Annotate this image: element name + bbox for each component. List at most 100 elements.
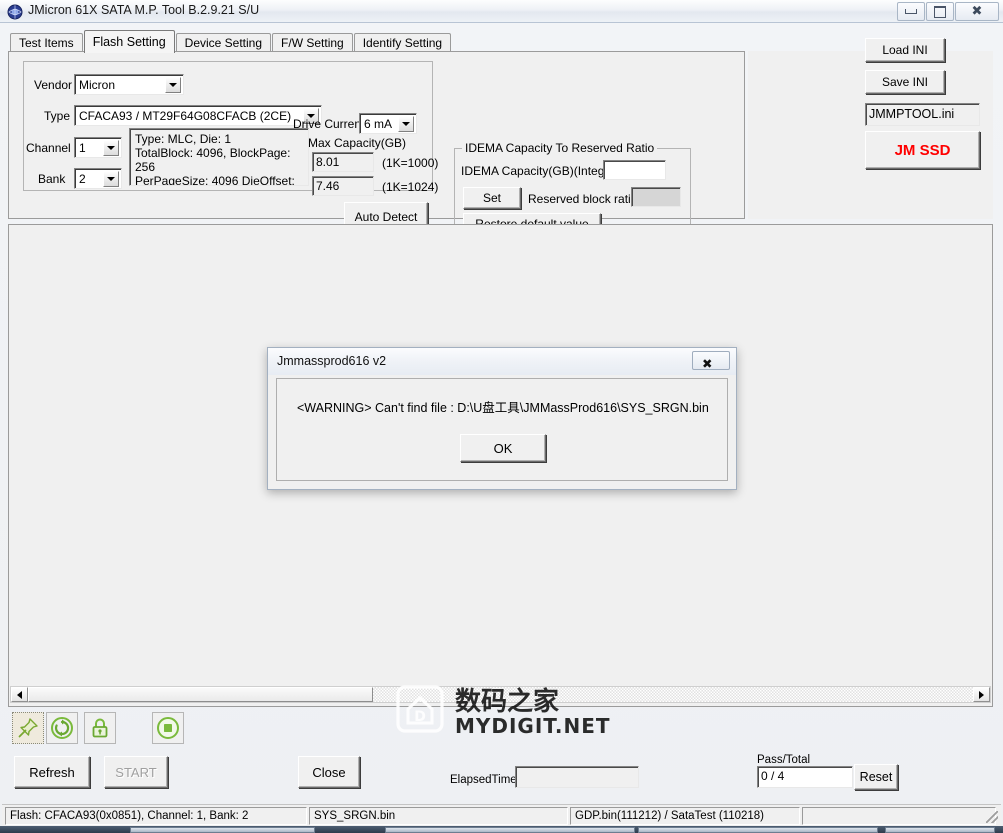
resize-grip-icon[interactable] [986,811,998,823]
jmicron-logo-icon [7,4,23,20]
close-icon: ✖ [971,4,983,19]
close-button[interactable]: Close [298,756,360,788]
idema-group-legend: IDEMA Capacity To Reserved Ratio [462,141,658,155]
tab-flash-setting[interactable]: Flash Setting [83,30,175,53]
tab-test-items[interactable]: Test Items [10,33,83,52]
bank-select-value: 2 [79,172,86,186]
svg-text:D: D [414,709,426,725]
scrollbar-thumb[interactable] [28,687,373,702]
max-capacity-label: Max Capacity(GB) [308,136,407,150]
maximize-icon [934,5,946,18]
close-window-button[interactable]: ✖ [955,2,999,21]
flash-type-select[interactable]: CFACA93 / MT29F64G08CFACB (2CE) [74,105,322,126]
capacity-1024-field: 7.46 [312,176,374,196]
vendor-select[interactable]: Micron [74,74,184,95]
drive-current-label: Drive Current [293,117,365,131]
dialog-ok-button[interactable]: OK [460,434,546,462]
scroll-left-button[interactable] [11,687,28,702]
chevron-down-icon[interactable] [398,116,414,132]
flash-info-readout: Type: MLC, Die: 1 TotalBlock: 4096, Bloc… [129,128,309,186]
elapsed-time-label: ElapsedTime [450,774,517,786]
minimize-icon [905,9,917,14]
tab-device-setting[interactable]: Device Setting [175,33,272,52]
os-taskbar [0,826,1003,833]
lock-icon [92,718,108,738]
close-icon: ✖ [702,356,713,371]
drive-current-select-value: 6 mA [364,117,393,131]
pushpin-icon [18,718,38,738]
elapsed-time-field [515,766,639,788]
start-button[interactable]: START [104,756,168,788]
action-toolbar [8,708,348,748]
reserved-block-ratio-label: Reserved block ratio [528,192,638,206]
status-file-name: SYS_SRGN.bin [309,807,568,825]
refresh-button[interactable]: Refresh [14,756,90,788]
capacity-1024-unit: (1K=1024) [382,180,439,194]
watermark-en-text: MYDIGIT.NET [455,714,610,738]
bank-select[interactable]: 2 [74,168,122,189]
chevron-down-icon[interactable] [103,171,119,187]
dialog-title: Jmmassprod616 v2 [277,354,387,368]
reset-button[interactable]: Reset [854,764,898,790]
idema-capacity-input[interactable] [603,160,666,180]
tab-identify-setting[interactable]: Identify Setting [353,33,452,52]
scrollbar-track[interactable] [373,687,973,702]
maximize-button[interactable] [926,2,954,21]
scroll-right-button[interactable] [973,687,990,702]
stop-icon-button[interactable] [152,712,184,744]
vendor-select-value: Micron [79,78,116,92]
flash-setting-panel: Vendor Micron Type CFACA93 / MT29F64G08C… [8,51,745,237]
type-label: Type [44,109,71,123]
dialog-body: <WARNING> Can't find file : D:\U盘工具\JMMa… [276,378,728,481]
jm-ssd-brand-button[interactable]: JM SSD [865,131,980,169]
channel-label: Channel [26,141,71,155]
bank-label: Bank [38,172,66,186]
stop-icon [157,717,179,739]
ini-filename-field[interactable]: JMMPTOOL.ini [865,103,980,126]
tab-fw-setting[interactable]: F/W Setting [272,33,353,52]
title-bar: JMicron 61X SATA M.P. Tool B.2.9.21 S/U … [0,0,1003,23]
save-ini-button[interactable]: Save INI [865,70,945,94]
reserved-block-ratio-field [631,187,681,207]
pushpin-icon-button[interactable] [12,712,44,744]
ini-panel: Load INI Save INI JMMPTOOL.ini JM SSD [748,38,993,219]
load-ini-button[interactable]: Load INI [865,38,945,62]
taskbar-item[interactable] [130,827,315,833]
vendor-label: Vendor [34,78,73,92]
tab-strip: Test Items Flash Setting Device Setting … [10,30,452,53]
taskbar-item[interactable] [885,827,995,833]
drive-current-select[interactable]: 6 mA [359,113,417,134]
idema-set-button[interactable]: Set [463,187,521,209]
idema-capacity-label: IDEMA Capacity(GB)(Integer) [461,164,620,178]
capacity-1000-field: 8.01 [312,152,374,172]
flash-type-select-value: CFACA93 / MT29F64G08CFACB (2CE) [79,109,292,123]
minimize-button[interactable] [897,2,925,21]
pass-total-field[interactable]: 0 / 4 [757,766,853,788]
chevron-right-icon [979,690,984,699]
dialog-title-bar: Jmmassprod616 v2 ✖ [268,348,736,375]
chevron-left-icon [17,690,22,699]
bottom-action-bar: Refresh START Close ElapsedTime Pass/Tot… [0,750,1003,802]
chevron-down-icon[interactable] [165,77,181,93]
refresh-icon-button[interactable] [46,712,78,744]
horizontal-scrollbar[interactable] [10,686,991,703]
capacity-1000-unit: (1K=1000) [382,156,439,170]
taskbar-item[interactable] [385,827,635,833]
lock-icon-button[interactable] [84,712,116,744]
pass-total-label: Pass/Total [757,754,811,766]
channel-select[interactable]: 1 [74,137,122,158]
status-firmware-info: GDP.bin(111212) / SataTest (110218) [570,807,800,825]
status-extra [802,807,996,825]
chevron-down-icon[interactable] [103,140,119,156]
status-flash-info: Flash: CFACA93(0x0851), Channel: 1, Bank… [5,807,307,825]
taskbar-item[interactable] [638,827,878,833]
warning-dialog: Jmmassprod616 v2 ✖ <WARNING> Can't find … [267,347,737,490]
window-title: JMicron 61X SATA M.P. Tool B.2.9.21 S/U [28,3,260,17]
status-bar: Flash: CFACA93(0x0851), Channel: 1, Bank… [2,804,1001,826]
application-window: JMicron 61X SATA M.P. Tool B.2.9.21 S/U … [0,0,1003,833]
dialog-message: <WARNING> Can't find file : D:\U盘工具\JMMa… [297,401,709,415]
refresh-icon [51,717,73,739]
channel-select-value: 1 [79,141,86,155]
window-controls: ✖ [897,2,999,21]
dialog-close-button[interactable]: ✖ [692,351,730,370]
